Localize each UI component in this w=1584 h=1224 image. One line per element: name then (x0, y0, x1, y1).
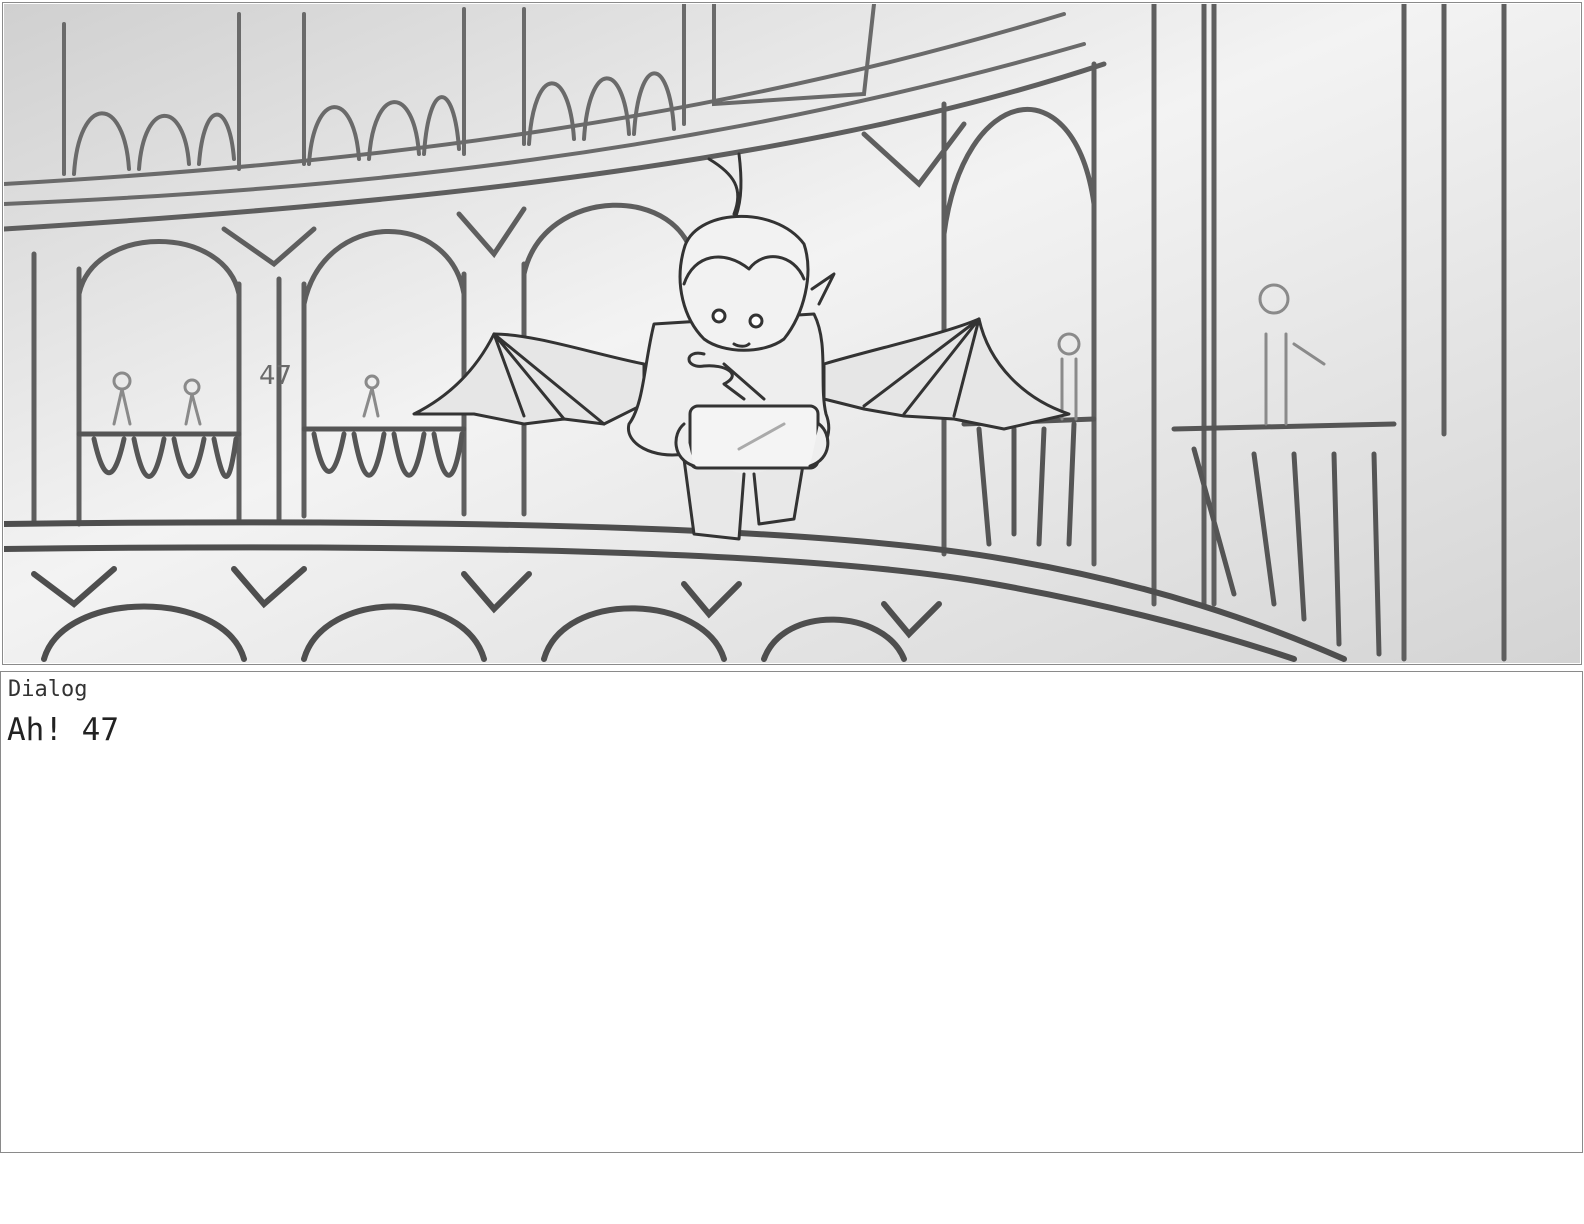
panel-number-label: 47 (259, 361, 292, 391)
storyboard-page: 47 Dialog Ah! 47 (0, 0, 1584, 1224)
dialog-label: Dialog (8, 677, 88, 702)
dialog-text: Ah! 47 (7, 712, 119, 748)
dialog-box: Dialog Ah! 47 (0, 671, 1583, 1153)
panel-illustration: 47 (4, 4, 1580, 663)
storyboard-panel: 47 (2, 2, 1582, 665)
